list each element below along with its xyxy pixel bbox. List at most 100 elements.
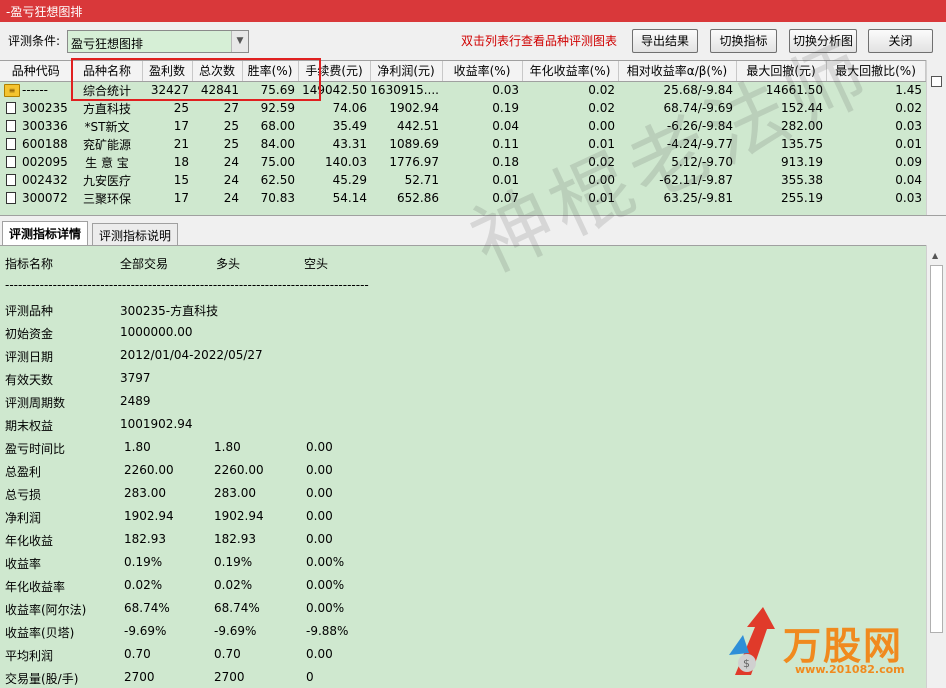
condition-label: 评测条件: — [8, 34, 61, 48]
scroll-thumb[interactable] — [930, 265, 943, 633]
cell-value: 1.45 — [826, 81, 925, 99]
cell-value: 14661.50 — [736, 81, 826, 99]
cell-text: 84.00 — [260, 137, 295, 151]
cell-text: 0.01 — [895, 137, 922, 151]
detail-metric-label: 年化收益 — [5, 534, 54, 548]
table-row[interactable]: 002432 九安医疗 15 24 62.50 45.29 52.71 0.01 0.00 -62… — [0, 171, 925, 189]
checkbox-icon[interactable] — [931, 76, 942, 87]
cell-value: 0.19 — [442, 99, 522, 117]
cell-text: 74.06 — [332, 101, 367, 115]
cell-text: 442.51 — [397, 119, 439, 133]
cell-code: ≡ ------ — [0, 81, 72, 99]
cell-value: 25 — [192, 135, 242, 153]
export-button[interactable]: 导出结果 — [632, 29, 698, 53]
cell-value: 21 — [142, 135, 192, 153]
cell-value: 1776.97 — [370, 153, 442, 171]
cell-text: 002432 — [22, 173, 68, 187]
tab-metric-description[interactable]: 评测指标说明 — [92, 223, 179, 246]
window-title: -盈亏狂想图排 — [6, 5, 83, 19]
cell-value: -6.26/-9.84 — [618, 117, 736, 135]
cell-value: 0.01 — [522, 135, 618, 153]
chevron-down-icon[interactable]: ▼ — [231, 31, 248, 52]
cell-value: 52.71 — [370, 171, 442, 189]
column-header[interactable]: 相对收益率α/β(%) — [618, 61, 737, 82]
cell-value: 355.38 — [736, 171, 826, 189]
switch-indicator-button[interactable]: 切换指标 — [710, 29, 777, 53]
cell-text: 0.18 — [492, 155, 519, 169]
detail-header-metric: 指标名称 — [5, 257, 54, 271]
cell-text: 1.45 — [895, 83, 922, 98]
detail-metric-label: 收益率(贝塔) — [5, 626, 75, 640]
detail-scrollbar[interactable]: ▲ — [926, 245, 946, 688]
detail-value-long: -9.69% — [214, 624, 257, 638]
cell-value: 0.01 — [442, 171, 522, 189]
table-row[interactable]: 600188 兖矿能源 21 25 84.00 43.31 1089.69 0.11 0.01 -… — [0, 135, 925, 153]
column-header[interactable]: 品种名称 — [72, 61, 143, 82]
detail-metric-value: 1001902.94 — [120, 417, 193, 431]
grid-scrollbar[interactable] — [926, 60, 946, 215]
cell-text: 0.07 — [492, 191, 519, 205]
table-row[interactable]: 300072 三聚环保 17 24 70.83 54.14 652.86 0.07 0.01 63… — [0, 189, 925, 207]
cell-value: 0.01 — [522, 189, 618, 207]
close-button[interactable]: 关闭 — [868, 29, 933, 53]
cell-name: 生 意 宝 — [72, 153, 142, 171]
detail-value-long: 283.00 — [214, 486, 256, 500]
detail-value-all: 2700 — [124, 670, 155, 684]
cell-value: 0.02 — [522, 99, 618, 117]
cell-value: 25 — [192, 117, 242, 135]
column-header[interactable]: 胜率(%) — [242, 61, 299, 82]
table-row[interactable]: 300235 方直科技 25 27 92.59 74.06 1902.94 0.19 0.02 6… — [0, 99, 925, 117]
column-header[interactable]: 最大回撤比(%) — [826, 61, 926, 82]
detail-metric-value: 300235-方直科技 — [120, 304, 219, 318]
detail-value-short: 0 — [306, 670, 314, 684]
column-header[interactable]: 盈利数 — [142, 61, 193, 82]
column-header[interactable]: 品种代码 — [0, 61, 73, 82]
detail-value-short: 0.00 — [306, 440, 333, 454]
detail-metric-label: 盈亏时间比 — [5, 442, 66, 456]
document-icon — [6, 102, 16, 114]
detail-value-all: 182.93 — [124, 532, 166, 546]
summary-row[interactable]: ≡ ------ 综合统计 32427 42841 75.69 149042.50 16309… — [0, 81, 925, 99]
column-header[interactable]: 收益率(%) — [442, 61, 523, 82]
column-header[interactable]: 年化收益率(%) — [522, 61, 619, 82]
cell-text: 1089.69 — [389, 137, 439, 151]
cell-text: 兖矿能源 — [82, 137, 131, 152]
cell-value: 45.29 — [298, 171, 370, 189]
cell-value: 140.03 — [298, 153, 370, 171]
cell-text: 0.00 — [588, 119, 615, 133]
cell-value: 0.18 — [442, 153, 522, 171]
detail-separator: ----------------------------------------… — [5, 278, 369, 292]
table-row[interactable]: 300336 *ST新文 17 25 68.00 35.49 442.51 0.04 0.00 -… — [0, 117, 925, 135]
cell-value: 24 — [192, 171, 242, 189]
cell-text: 75.00 — [260, 155, 295, 169]
scroll-up-icon[interactable]: ▲ — [932, 251, 938, 260]
column-header[interactable]: 净利润(元) — [370, 61, 443, 82]
cell-text: 方直科技 — [82, 101, 131, 116]
cell-text: 002095 — [22, 155, 68, 169]
table-row[interactable]: 002095 生 意 宝 18 24 75.00 140.03 1776.97 0.18 0.0… — [0, 153, 925, 171]
cell-text: 42841 — [200, 83, 239, 98]
cell-value: 0.03 — [826, 117, 925, 135]
detail-metric-label: 有效天数 — [5, 373, 54, 387]
cell-value: 32427 — [142, 81, 192, 99]
detail-value-all: 1.80 — [124, 440, 151, 454]
cell-text: 152.44 — [781, 101, 823, 115]
detail-metric-label: 总亏损 — [5, 488, 42, 502]
cell-value: 0.11 — [442, 135, 522, 153]
column-header[interactable]: 手续费(元) — [298, 61, 371, 82]
cell-text: 0.19 — [492, 101, 519, 115]
cell-text: 生 意 宝 — [85, 155, 129, 170]
tab-metric-details[interactable]: 评测指标详情 — [2, 221, 89, 246]
condition-select[interactable]: 盈亏狂想图排 ▼ — [67, 30, 249, 53]
cell-text: 九安医疗 — [82, 173, 131, 188]
cell-value: 18 — [142, 153, 192, 171]
detail-metric-label: 平均利润 — [5, 649, 54, 663]
switch-chart-button[interactable]: 切换分析图 — [789, 29, 857, 53]
cell-text: 70.83 — [260, 191, 295, 205]
column-header[interactable]: 总次数 — [192, 61, 243, 82]
cell-text: 62.50 — [260, 173, 295, 187]
cell-text: 0.01 — [588, 137, 615, 151]
cell-text: 43.31 — [332, 137, 367, 151]
cell-text: 68.00 — [260, 119, 295, 133]
column-header[interactable]: 最大回撤(元) — [736, 61, 827, 82]
